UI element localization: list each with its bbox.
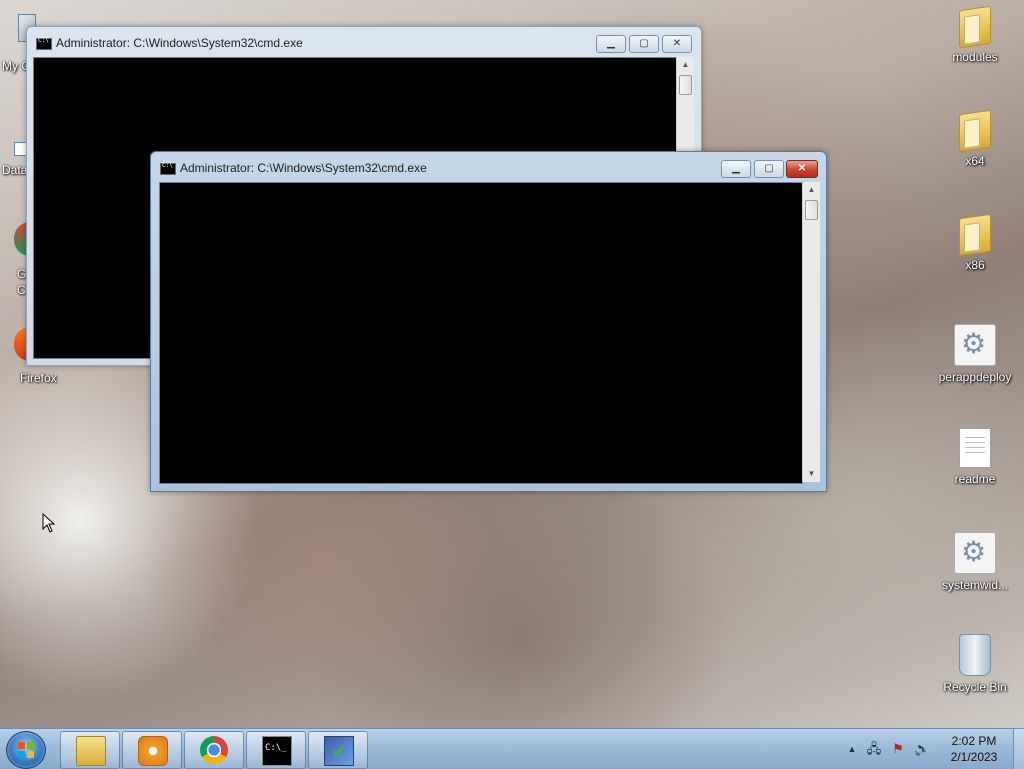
- taskbar-command-prompt[interactable]: [246, 731, 306, 769]
- start-button[interactable]: [6, 731, 46, 769]
- close-button[interactable]: ✕: [662, 35, 692, 53]
- desktop-icon-label: Data: [2, 163, 28, 177]
- network-icon[interactable]: 🖧: [866, 741, 882, 757]
- taskbar-google-chrome[interactable]: [184, 731, 244, 769]
- folder-icon: [959, 109, 991, 153]
- settings-file-icon: [954, 532, 996, 574]
- scroll-down-icon[interactable]: ▼: [803, 466, 820, 482]
- recycle-bin-icon: [959, 634, 991, 676]
- desktop-icon-systemwide[interactable]: systemwid...: [938, 532, 1012, 592]
- maximize-button[interactable]: ▢: [754, 160, 784, 178]
- desktop-icon-recycle-bin[interactable]: Recycle Bin: [938, 634, 1012, 694]
- scroll-up-icon[interactable]: ▲: [803, 182, 820, 198]
- taskbar-tool-app[interactable]: [308, 731, 368, 769]
- folder-icon: [959, 5, 991, 49]
- media-player-icon: [138, 736, 168, 766]
- minimize-button[interactable]: ▁: [596, 35, 626, 53]
- volume-icon[interactable]: 🔊: [914, 741, 930, 757]
- desktop-icon-label: x64: [965, 154, 985, 168]
- desktop-icon-label: Firefox: [20, 371, 57, 385]
- close-button[interactable]: ✕: [786, 160, 818, 178]
- cmd-icon: [262, 736, 292, 766]
- desktop-icon-x64[interactable]: x64: [938, 109, 1012, 168]
- vertical-scrollbar[interactable]: ▲ ▼: [802, 182, 820, 482]
- taskbar-media-player[interactable]: [122, 731, 182, 769]
- settings-file-icon: [954, 324, 996, 366]
- scroll-up-icon[interactable]: ▲: [677, 57, 694, 73]
- title-bar[interactable]: Administrator: C:\Windows\System32\cmd.e…: [151, 152, 826, 180]
- scroll-thumb[interactable]: [679, 75, 692, 95]
- window-title: Administrator: C:\Windows\System32\cmd.e…: [180, 161, 427, 175]
- chrome-icon: [200, 736, 228, 764]
- desktop-icon-modules[interactable]: modules: [938, 5, 1012, 64]
- desktop-icon-label: Recycle Bin: [943, 680, 1007, 694]
- tool-app-icon: [324, 736, 354, 766]
- minimize-button[interactable]: ▁: [721, 160, 751, 178]
- cmd-icon: [36, 37, 52, 50]
- desktop-icon-x86[interactable]: x86: [938, 213, 1012, 272]
- desktop-icon-label: systemwid...: [941, 578, 1008, 592]
- desktop-icon-label: perappdeploy: [938, 370, 1012, 384]
- maximize-button[interactable]: ▢: [629, 35, 659, 53]
- desktop-icon-label: x86: [965, 258, 985, 272]
- window-title: Administrator: C:\Windows\System32\cmd.e…: [56, 36, 303, 50]
- clock-date: 2/1/2023: [950, 750, 998, 764]
- text-document-icon: [959, 428, 991, 468]
- cmd-icon: [160, 162, 176, 175]
- cmd-window-front[interactable]: Administrator: C:\Windows\System32\cmd.e…: [150, 151, 827, 492]
- action-center-flag-icon[interactable]: ⚑: [890, 741, 906, 757]
- desktop-icon-label: modules: [952, 50, 998, 64]
- folder-icon: [959, 213, 991, 257]
- system-tray: ▲ 🖧 ⚑ 🔊: [840, 729, 936, 769]
- clock[interactable]: 2:02 PM 2/1/2023: [936, 733, 1012, 765]
- desktop-icon-label: G: [17, 267, 27, 281]
- desktop-icon-perappdeploy[interactable]: perappdeploy: [938, 324, 1012, 384]
- show-desktop-button[interactable]: [1013, 729, 1024, 769]
- folder-icon: [76, 736, 106, 766]
- show-hidden-icons-icon[interactable]: ▲: [844, 741, 860, 757]
- taskbar-windows-explorer[interactable]: [60, 731, 120, 769]
- title-bar[interactable]: Administrator: C:\Windows\System32\cmd.e…: [27, 27, 701, 55]
- clock-time: 2:02 PM: [951, 734, 997, 748]
- desktop-icon-label: readme: [954, 472, 996, 486]
- desktop-icon-label: C: [17, 283, 26, 297]
- console-output[interactable]: [159, 182, 803, 484]
- desktop-icon-readme[interactable]: readme: [938, 428, 1012, 486]
- taskbar: ▲ 🖧 ⚑ 🔊 2:02 PM 2/1/2023: [0, 728, 1024, 769]
- scroll-thumb[interactable]: [805, 200, 818, 220]
